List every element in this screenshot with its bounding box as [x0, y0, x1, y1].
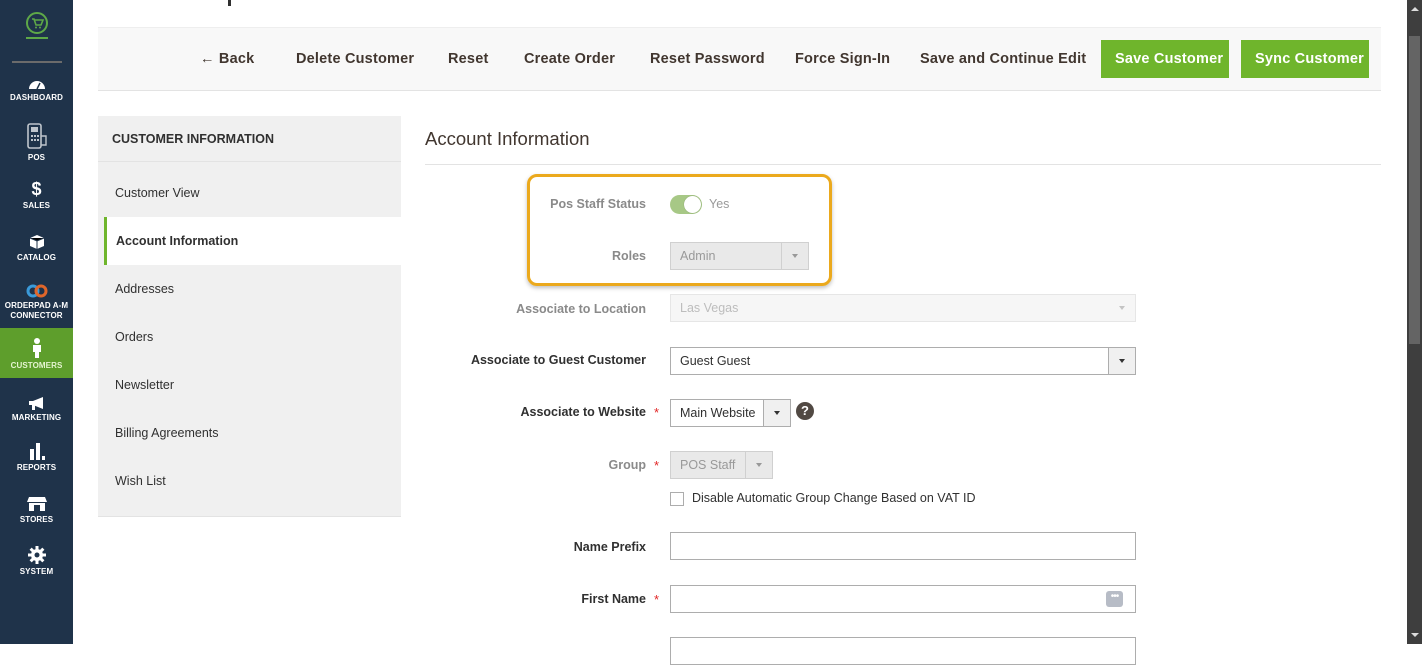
- location-value: Las Vegas: [680, 301, 739, 315]
- required-marker: *: [654, 592, 660, 607]
- name-prefix-input[interactable]: [670, 532, 1136, 560]
- tab-wish-list[interactable]: Wish List: [98, 457, 401, 505]
- customer-info-tabs: CUSTOMER INFORMATION Customer View Accou…: [98, 116, 401, 517]
- pos-terminal-icon: [25, 120, 49, 150]
- nav-label-line2: CONNECTOR: [10, 311, 63, 320]
- help-icon[interactable]: ?: [796, 402, 814, 420]
- nav-item-orderpad-connector[interactable]: ORDERPAD A-M CONNECTOR: [0, 282, 73, 326]
- admin-sidebar: DASHBOARD POS $ SALES CATALOG ORDERPAD A…: [0, 0, 73, 644]
- gear-icon: [27, 544, 46, 564]
- section-divider: [425, 164, 1381, 165]
- create-order-button[interactable]: Create Order: [524, 28, 615, 90]
- chevron-down-icon: [1108, 348, 1135, 374]
- reset-password-button[interactable]: Reset Password: [650, 28, 765, 90]
- pos-staff-status-value: Yes: [709, 197, 730, 211]
- chevron-down-icon: [745, 452, 772, 478]
- reset-button[interactable]: Reset: [448, 28, 489, 90]
- first-name-label: First Name: [581, 592, 646, 606]
- nav-label: DASHBOARD: [10, 93, 63, 102]
- storefront-icon: [26, 494, 47, 512]
- page-actions-toolbar: ← Back Delete Customer Reset Create Orde…: [98, 27, 1381, 91]
- name-prefix-label: Name Prefix: [573, 540, 646, 554]
- guest-customer-label: Associate to Guest Customer: [470, 353, 646, 367]
- toggle-knob: [684, 196, 701, 213]
- pos-staff-status-toggle[interactable]: [670, 195, 702, 214]
- group-select[interactable]: POS Staff: [670, 451, 773, 479]
- delete-customer-button[interactable]: Delete Customer: [296, 28, 414, 90]
- nav-item-sales[interactable]: $ SALES: [0, 180, 73, 214]
- roles-value: Admin: [680, 249, 716, 263]
- nav-label: REPORTS: [16, 463, 57, 472]
- force-signin-button[interactable]: Force Sign-In: [795, 28, 890, 90]
- tabs-heading: CUSTOMER INFORMATION: [98, 116, 401, 162]
- pos-staff-status-label: Pos Staff Status: [550, 197, 646, 211]
- sync-customer-button[interactable]: Sync Customer: [1241, 40, 1369, 78]
- tab-customer-view[interactable]: Customer View: [98, 169, 401, 217]
- roles-select[interactable]: Admin: [670, 242, 809, 270]
- nav-item-dashboard[interactable]: DASHBOARD: [0, 74, 73, 106]
- cart-logo-icon: [25, 12, 48, 39]
- first-name-input[interactable]: •••: [670, 585, 1136, 613]
- nav-item-catalog[interactable]: CATALOG: [0, 230, 73, 266]
- nav-label-line1: ORDERPAD A-M: [4, 301, 69, 310]
- bar-chart-icon: [29, 440, 45, 460]
- page-title-fragment: [228, 0, 231, 6]
- section-title: Account Information: [425, 128, 590, 149]
- save-customer-button[interactable]: Save Customer: [1101, 40, 1229, 78]
- save-and-continue-button[interactable]: Save and Continue Edit: [920, 28, 1086, 90]
- website-select[interactable]: Main Website: [670, 399, 791, 427]
- dollar-icon: $: [31, 179, 42, 199]
- disable-group-change-label: Disable Automatic Group Change Based on …: [692, 491, 976, 505]
- scroll-up-icon[interactable]: [1411, 7, 1419, 11]
- nav-item-system[interactable]: SYSTEM: [0, 544, 73, 580]
- back-button[interactable]: ← Back: [200, 28, 254, 90]
- disable-group-change-checkbox[interactable]: [670, 492, 684, 506]
- location-select[interactable]: Las Vegas: [670, 294, 1136, 322]
- person-icon: [32, 336, 42, 358]
- nav-label: MARKETING: [11, 413, 62, 422]
- group-value: POS Staff: [680, 458, 736, 472]
- location-label: Associate to Location: [516, 302, 646, 316]
- nav-item-marketing[interactable]: MARKETING: [0, 392, 73, 426]
- tab-addresses[interactable]: Addresses: [98, 265, 401, 313]
- autofill-dots-icon[interactable]: •••: [1106, 591, 1123, 607]
- tab-account-information[interactable]: Account Information: [104, 217, 401, 265]
- nav-label: STORES: [19, 515, 54, 524]
- guest-customer-select[interactable]: Guest Guest: [670, 347, 1136, 375]
- chevron-down-icon: [781, 243, 808, 269]
- tab-orders[interactable]: Orders: [98, 313, 401, 361]
- website-label: Associate to Website: [520, 405, 646, 419]
- megaphone-icon: [27, 392, 47, 410]
- roles-label: Roles: [611, 249, 646, 263]
- required-marker: *: [654, 405, 660, 420]
- logo-divider: [12, 61, 62, 63]
- scroll-down-icon[interactable]: [1411, 633, 1419, 637]
- nav-item-pos[interactable]: POS: [0, 120, 73, 168]
- logo[interactable]: [0, 0, 73, 50]
- nav-item-customers[interactable]: CUSTOMERS: [0, 328, 73, 378]
- page-scrollbar[interactable]: [1407, 0, 1422, 644]
- tab-billing-agreements[interactable]: Billing Agreements: [98, 409, 401, 457]
- nav-label: POS: [27, 153, 46, 162]
- chevron-down-icon: [763, 400, 790, 426]
- dashboard-gauge-icon: [28, 74, 46, 90]
- group-label: Group: [608, 458, 647, 472]
- nav-label: CATALOG: [16, 253, 57, 262]
- required-marker: *: [654, 458, 660, 473]
- website-value: Main Website: [680, 406, 756, 420]
- middle-name-input[interactable]: [670, 637, 1136, 665]
- link-icon: [25, 282, 49, 298]
- nav-label: SALES: [22, 201, 51, 210]
- guest-customer-value: Guest Guest: [680, 354, 751, 368]
- tab-newsletter[interactable]: Newsletter: [98, 361, 401, 409]
- scrollbar-thumb[interactable]: [1409, 36, 1420, 344]
- nav-label: CUSTOMERS: [10, 361, 63, 370]
- nav-item-reports[interactable]: REPORTS: [0, 440, 73, 476]
- nav-label: SYSTEM: [19, 567, 54, 576]
- box-icon: [29, 230, 45, 250]
- chevron-down-icon: [1108, 295, 1135, 321]
- nav-item-stores[interactable]: STORES: [0, 494, 73, 528]
